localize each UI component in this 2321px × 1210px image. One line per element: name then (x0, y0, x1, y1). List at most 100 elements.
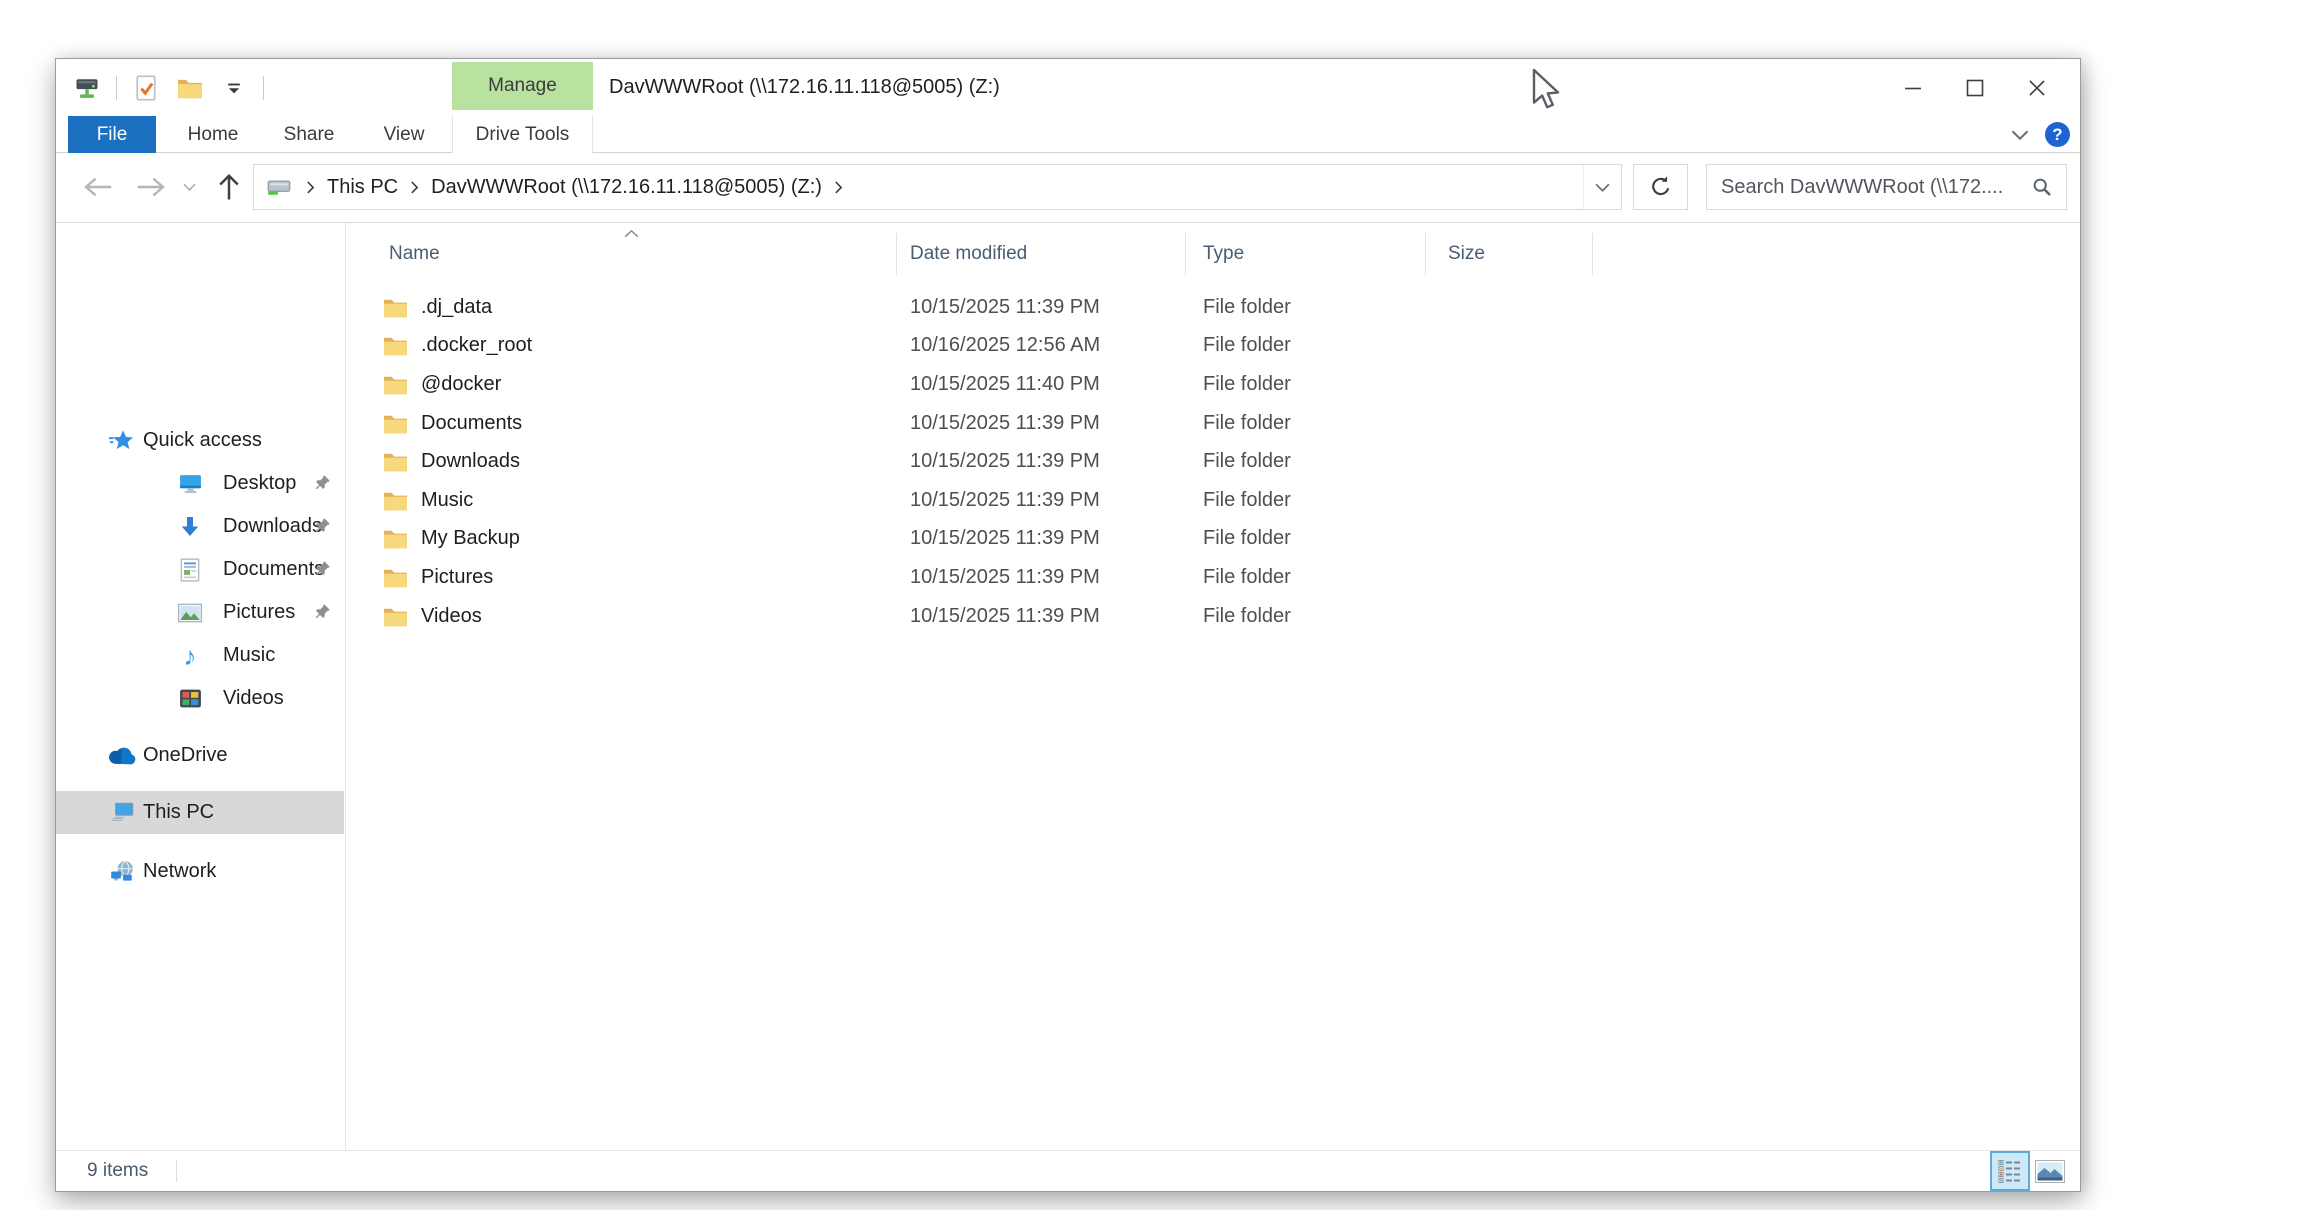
file-row[interactable]: My Backup 10/15/2025 11:39 PM File folde… (347, 520, 2080, 559)
file-name[interactable]: .docker_root (421, 327, 532, 366)
file-date: 10/15/2025 11:39 PM (910, 558, 1100, 597)
address-dropdown-icon[interactable] (1583, 165, 1621, 209)
file-name[interactable]: Music (421, 481, 473, 520)
folder-icon (383, 365, 408, 404)
folder-icon (383, 288, 408, 327)
file-name[interactable]: .dj_data (421, 288, 492, 327)
column-resize-handle[interactable] (1425, 233, 1426, 275)
mouse-cursor (1531, 68, 1565, 114)
tab-file[interactable]: File (68, 116, 156, 153)
sidebar-item-desktop[interactable]: Desktop (56, 462, 344, 505)
file-list: .dj_data 10/15/2025 11:39 PM File folder… (347, 288, 2080, 635)
column-header-size[interactable]: Size (1448, 243, 1485, 265)
content-area: Quick access Desktop Dow (56, 222, 2080, 1150)
file-date: 10/15/2025 11:39 PM (910, 597, 1100, 636)
file-row[interactable]: Pictures 10/15/2025 11:39 PM File folder (347, 558, 2080, 597)
sidebar-item-network[interactable]: Network (56, 850, 344, 893)
window-title: DavWWWRoot (\\172.16.11.118@5005) (Z:) (609, 59, 1000, 116)
file-row[interactable]: .docker_root 10/16/2025 12:56 AM File fo… (347, 327, 2080, 366)
breadcrumb-this-pc[interactable]: This PC (323, 176, 402, 199)
close-button[interactable] (2006, 59, 2068, 116)
file-row[interactable]: Videos 10/15/2025 11:39 PM File folder (347, 597, 2080, 636)
details-view-button[interactable] (1990, 1151, 2030, 1191)
file-type: File folder (1203, 442, 1291, 481)
ribbon-tab-row: File Home Share View Drive Tools ? (56, 116, 2080, 153)
new-folder-button[interactable] (175, 73, 205, 103)
folder-icon (383, 327, 408, 366)
navigation-bar: This PC DavWWWRoot (\\172.16.11.118@5005… (56, 153, 2080, 222)
sidebar-item-this-pc[interactable]: This PC (56, 791, 344, 834)
file-date: 10/15/2025 11:39 PM (910, 288, 1100, 327)
documents-icon (176, 548, 204, 591)
tab-drive-tools[interactable]: Drive Tools (452, 116, 593, 153)
file-row[interactable]: @docker 10/15/2025 11:40 PM File folder (347, 365, 2080, 404)
column-header-type[interactable]: Type (1203, 243, 1244, 265)
column-resize-handle[interactable] (896, 233, 897, 275)
search-icon[interactable] (2032, 177, 2052, 197)
file-name[interactable]: @docker (421, 365, 501, 404)
breadcrumb-chevron-icon[interactable] (410, 180, 419, 195)
sidebar-item-documents[interactable]: Documents (56, 548, 344, 591)
minimize-button[interactable] (1882, 59, 1944, 116)
file-name[interactable]: Documents (421, 404, 522, 443)
refresh-button[interactable] (1633, 164, 1688, 210)
maximize-button[interactable] (1944, 59, 2006, 116)
tab-view[interactable]: View (376, 116, 432, 153)
forward-button[interactable] (131, 164, 171, 210)
sidebar-item-pictures[interactable]: Pictures (56, 591, 344, 634)
file-date: 10/15/2025 11:40 PM (910, 365, 1100, 404)
address-bar[interactable]: This PC DavWWWRoot (\\172.16.11.118@5005… (253, 164, 1622, 210)
recent-locations-dropdown[interactable] (176, 164, 202, 210)
column-header-name[interactable]: Name (389, 243, 440, 265)
sidebar-item-videos[interactable]: Videos (56, 677, 344, 720)
search-input[interactable] (1721, 176, 2032, 199)
thumbnail-view-button[interactable] (2035, 1160, 2065, 1183)
pin-icon (314, 560, 331, 577)
help-icon[interactable]: ? (2045, 122, 2070, 147)
breadcrumb-chevron-icon[interactable] (834, 180, 843, 195)
properties-button[interactable] (131, 73, 161, 103)
folder-icon (383, 520, 408, 559)
quick-access-toolbar (72, 59, 264, 116)
breadcrumb-chevron-icon[interactable] (306, 180, 315, 195)
file-type: File folder (1203, 597, 1291, 636)
sidebar-item-downloads[interactable]: Downloads (56, 505, 344, 548)
column-resize-handle[interactable] (1185, 233, 1186, 275)
folder-icon (383, 481, 408, 520)
breadcrumb-drive[interactable]: DavWWWRoot (\\172.16.11.118@5005) (Z:) (427, 176, 826, 199)
folder-icon (383, 558, 408, 597)
caption-buttons (1882, 59, 2068, 116)
sidebar-item-quick-access[interactable]: Quick access (56, 419, 344, 462)
column-resize-handle[interactable] (1592, 233, 1593, 275)
file-type: File folder (1203, 288, 1291, 327)
file-name[interactable]: Downloads (421, 442, 520, 481)
desktop-icon (176, 462, 204, 505)
file-type: File folder (1203, 404, 1291, 443)
column-header-date-modified[interactable]: Date modified (910, 243, 1027, 265)
file-row[interactable]: Documents 10/15/2025 11:39 PM File folde… (347, 404, 2080, 443)
file-row[interactable]: Downloads 10/15/2025 11:39 PM File folde… (347, 442, 2080, 481)
file-date: 10/15/2025 11:39 PM (910, 404, 1100, 443)
videos-icon (176, 677, 204, 720)
up-button[interactable] (208, 164, 250, 210)
file-name[interactable]: Videos (421, 597, 482, 636)
tab-home[interactable]: Home (183, 116, 243, 153)
sidebar-item-music[interactable]: ♪ Music (56, 634, 344, 677)
expand-ribbon-icon[interactable] (2011, 130, 2029, 140)
folder-icon (383, 442, 408, 481)
sort-ascending-icon (623, 229, 640, 238)
file-name[interactable]: My Backup (421, 520, 520, 559)
title-bar[interactable]: Manage DavWWWRoot (\\172.16.11.118@5005)… (56, 59, 2080, 116)
manage-contextual-tab-header[interactable]: Manage (452, 62, 593, 110)
back-button[interactable] (78, 164, 118, 210)
file-row[interactable]: .dj_data 10/15/2025 11:39 PM File folder (347, 288, 2080, 327)
sidebar-item-onedrive[interactable]: OneDrive (56, 734, 344, 777)
file-row[interactable]: Music 10/15/2025 11:39 PM File folder (347, 481, 2080, 520)
pictures-icon (176, 591, 204, 634)
customize-quick-access-dropdown[interactable] (219, 73, 249, 103)
tab-share[interactable]: Share (279, 116, 339, 153)
navigation-pane: Quick access Desktop Dow (56, 223, 346, 1150)
file-name[interactable]: Pictures (421, 558, 493, 597)
folder-icon (383, 404, 408, 443)
downloads-icon (176, 505, 204, 548)
